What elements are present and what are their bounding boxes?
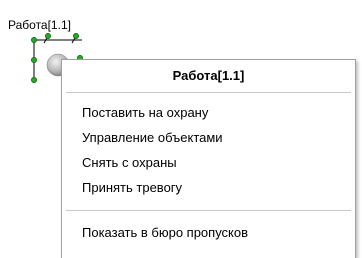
context-menu: Работа[1.1] Поставить на охрану Управлен… xyxy=(61,59,356,258)
menu-separator xyxy=(66,210,351,211)
menu-item-arm[interactable]: Поставить на охрану xyxy=(82,103,349,123)
menu-item-manage-objects[interactable]: Управление объектами xyxy=(82,128,349,148)
menu-item-accept-alarm[interactable]: Принять тревогу xyxy=(82,178,349,198)
object-label: Работа[1.1] xyxy=(8,18,71,32)
menu-item-show-in-pass-office[interactable]: Показать в бюро пропусков xyxy=(82,223,349,243)
menu-separator xyxy=(66,92,351,93)
menu-header: Работа[1.1] xyxy=(172,68,245,83)
menu-item-disarm[interactable]: Снять с охраны xyxy=(82,153,349,173)
